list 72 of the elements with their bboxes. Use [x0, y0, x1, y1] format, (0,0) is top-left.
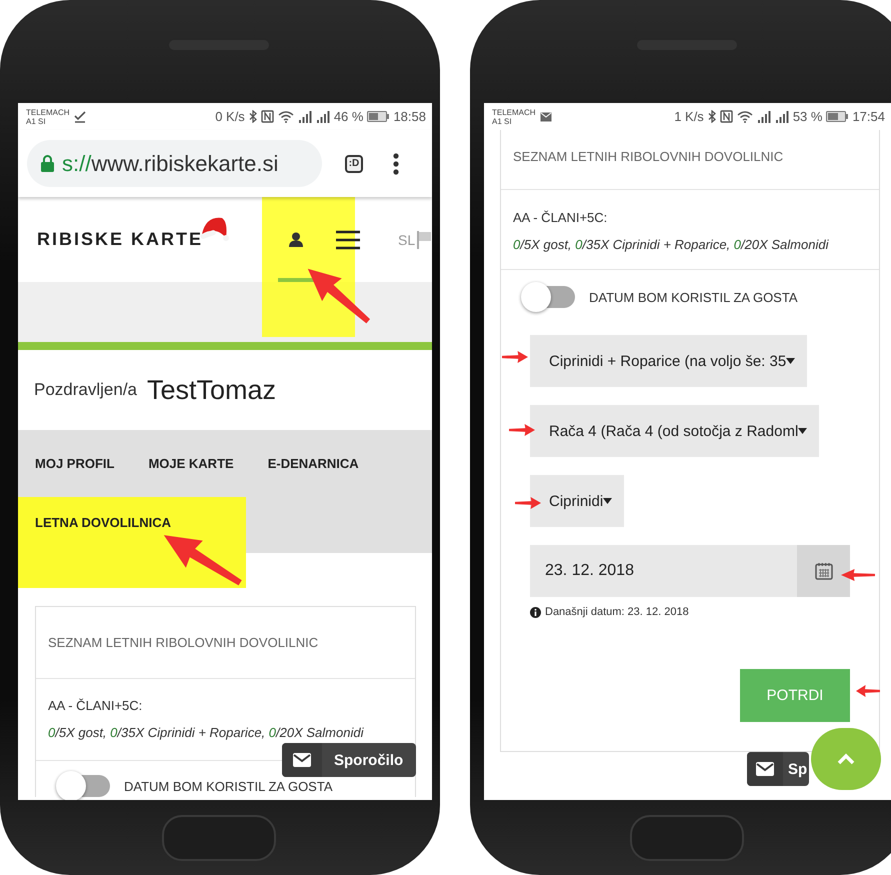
- user-icon: [289, 232, 304, 246]
- card-title: SEZNAM LETNIH RIBOLOVNIH DOVOLILNIC: [513, 149, 784, 164]
- calendar-icon: [814, 562, 832, 580]
- address-bar[interactable]: s://www.ribiskekarte.si: [27, 140, 322, 187]
- lock-icon: [41, 155, 54, 172]
- home-button[interactable]: [630, 814, 744, 860]
- message-button[interactable]: Sp: [747, 752, 809, 786]
- info-icon: [530, 606, 541, 618]
- annotation-arrow: [856, 685, 880, 697]
- message-button[interactable]: Sporočilo: [282, 743, 416, 777]
- wifi-icon: [736, 110, 753, 123]
- nfc-icon: [260, 110, 274, 123]
- site-logo[interactable]: RIBISKE KARTE: [37, 229, 204, 250]
- bluetooth-icon: [248, 110, 257, 123]
- date-field[interactable]: 23. 12. 2018: [530, 545, 850, 597]
- nfc-icon: [720, 110, 733, 123]
- toggle-label: DATUM BOM KORISTIL ZA GOSTA: [589, 290, 798, 304]
- signal-icon: [316, 110, 330, 122]
- dropdown-select[interactable]: Rača 4 (Rača 4 (od sotočja z Radoml: [530, 405, 820, 457]
- dropdown-select[interactable]: Ciprinidi: [530, 475, 624, 527]
- tab-switcher-button[interactable]: :D: [345, 154, 363, 172]
- nav-link[interactable]: E-DENARNICA: [250, 430, 376, 497]
- caret-icon: [603, 498, 612, 504]
- carrier-name: TELEMACH: [26, 108, 70, 116]
- info-text: Današnji datum: 23. 12. 2018: [545, 606, 689, 618]
- annotation-arrow: [515, 497, 541, 509]
- signal-icon: [298, 110, 312, 122]
- user-name: TestTomaz: [147, 374, 276, 406]
- caret-icon: [786, 358, 796, 364]
- signal-icon: [774, 110, 789, 122]
- carrier-name: TELEMACH: [492, 108, 536, 116]
- chevron-up-icon: [837, 753, 855, 765]
- signal-icon: [756, 110, 771, 122]
- wifi-icon: [278, 110, 294, 123]
- network-speed: 0 K/s: [215, 109, 245, 124]
- mail-icon: [293, 753, 311, 767]
- network-name: A1 SI: [26, 116, 47, 126]
- nav-link[interactable]: LETNA DOVOLILNICA: [18, 497, 246, 588]
- card-title: SEZNAM LETNIH RIBOLOVNIH DOVOLILNIC: [48, 635, 318, 650]
- annotation-arrow: [841, 569, 875, 581]
- flag-icon: [417, 230, 432, 248]
- clock-time: 18:58: [393, 109, 426, 124]
- mail-icon: [756, 762, 774, 776]
- battery-icon: [367, 111, 390, 122]
- calendar-button[interactable]: [797, 545, 850, 597]
- toggle-label: DATUM BOM KORISTIL ZA GOSTA: [124, 778, 333, 794]
- permit-name: AA - ČLANI+5C:: [48, 698, 144, 713]
- nav-link[interactable]: MOJE KARTE: [131, 430, 251, 497]
- permit-quota: 0/5X gost, 0/35X Ciprinidi + Roparice, 0/20X Salmonidi: [513, 237, 830, 252]
- url-text: s://www.ribiskekarte.si: [62, 150, 278, 176]
- nav-link[interactable]: MOJ PROFIL: [18, 430, 132, 497]
- scroll-top-button[interactable]: [811, 728, 881, 790]
- caret-icon: [798, 428, 808, 434]
- battery-icon: [826, 111, 848, 122]
- bluetooth-icon: [708, 110, 716, 123]
- greeting-label: Pozdravljen/a: [34, 380, 138, 400]
- annotation-arrow: [509, 424, 535, 436]
- home-button[interactable]: [162, 814, 276, 860]
- clock-time: 17:54: [852, 109, 885, 124]
- annotation-arrow: [502, 351, 528, 363]
- battery-percent: 53 %: [792, 109, 822, 124]
- battery-percent: 46 %: [334, 109, 364, 124]
- permit-name: AA - ČLANI+5C:: [513, 210, 608, 225]
- active-indicator: [278, 278, 314, 282]
- network-name: A1 SI: [492, 116, 513, 126]
- download-done-icon: [74, 110, 86, 122]
- mail-icon: [540, 112, 552, 122]
- menu-icon: [336, 230, 360, 250]
- dropdown-select[interactable]: Ciprinidi + Roparice (na voljo še: 35: [530, 335, 808, 387]
- permit-quota: 0/5X gost, 0/35X Ciprinidi + Roparice, 0/20X Salmonidi: [48, 725, 365, 740]
- more-menu-icon[interactable]: [393, 152, 399, 174]
- network-speed: 1 K/s: [674, 109, 704, 124]
